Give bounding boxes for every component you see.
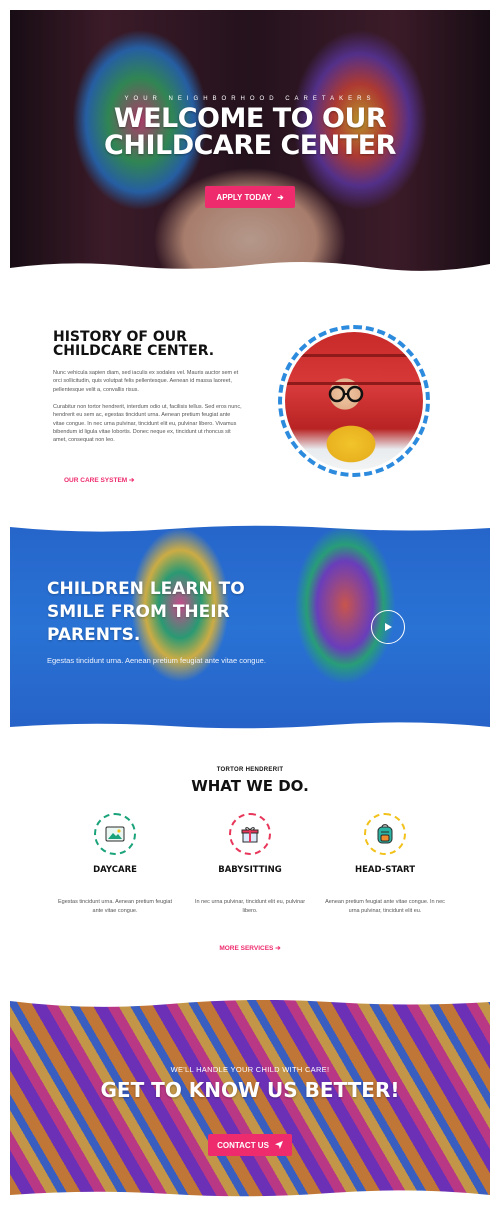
play-video-button[interactable] xyxy=(371,610,405,644)
our-care-system-link[interactable]: OUR CARE SYSTEM ➔ xyxy=(64,476,134,484)
arrow-right-icon: ➔ xyxy=(275,945,281,952)
backpack-icon xyxy=(377,824,393,844)
bookshelf-line xyxy=(285,354,423,357)
hero-kicker: YOUR NEIGHBORHOOD CARETAKERS xyxy=(124,96,376,102)
more-services-link[interactable]: MORE SERVICES ➔ xyxy=(0,944,500,952)
child-reading-photo xyxy=(285,332,423,470)
history-title-line2: CHILDCARE CENTER. xyxy=(53,343,215,359)
picture-icon xyxy=(105,826,125,842)
more-services-label: MORE SERVICES xyxy=(219,945,274,952)
cta-wave-bottom xyxy=(10,1190,490,1198)
service-name: HEAD-START xyxy=(354,865,416,875)
arrow-right-icon: ➔ xyxy=(129,477,135,484)
apply-today-button[interactable]: APPLY TODAY xyxy=(205,186,295,208)
service-icon-ring xyxy=(229,813,271,855)
service-description: In nec urna pulvinar, tincidunt elit eu,… xyxy=(194,899,306,914)
contact-us-button[interactable]: CONTACT US xyxy=(208,1134,292,1156)
hero-title-line2: CHILDCARE CENTER xyxy=(104,130,396,161)
cta-title: GET TO KNOW US BETTER! xyxy=(100,1078,400,1102)
glasses-icon xyxy=(328,385,364,403)
cta-wave-top xyxy=(10,1000,490,1007)
video-title-line3: PARENTS. xyxy=(47,625,141,645)
service-icon-ring xyxy=(364,813,406,855)
service-icon-ring xyxy=(94,813,136,855)
services-title: WHAT WE DO. xyxy=(191,777,309,795)
history-section: HISTORY OF OUR CHILDCARE CENTER. Nunc ve… xyxy=(0,300,500,500)
video-title-line1: CHILDREN LEARN TO xyxy=(47,579,245,599)
video-wave-top xyxy=(10,525,490,532)
paper-plane-icon xyxy=(274,1141,283,1149)
history-paragraph-1: Nunc vehicula sapien diam, sed iaculis e… xyxy=(53,370,239,393)
service-description: Aenean pretium feugiat ante vitae congue… xyxy=(325,899,445,914)
video-wave-bottom xyxy=(10,722,490,731)
services-kicker: TORTOR HENDRERIT xyxy=(216,767,284,773)
video-title: CHILDREN LEARN TO SMILE FROM THEIR PAREN… xyxy=(47,578,307,647)
gift-icon xyxy=(241,827,259,843)
arrow-right-icon xyxy=(277,194,284,200)
services-section: TORTOR HENDRERIT WHAT WE DO. DAYCARE Ege… xyxy=(0,755,500,965)
history-title-line1: HISTORY OF OUR xyxy=(53,329,187,345)
contact-us-label: CONTACT US xyxy=(217,1140,269,1150)
video-title-line2: SMILE FROM THEIR xyxy=(47,602,230,622)
hero-title-line1: WELCOME TO OUR xyxy=(113,103,387,134)
history-title: HISTORY OF OUR CHILDCARE CENTER. xyxy=(53,330,243,358)
apply-today-label: APPLY TODAY xyxy=(216,192,272,202)
service-description: Egestas tincidunt urna. Aenean pretium f… xyxy=(57,899,173,914)
hero-title: WELCOME TO OUR CHILDCARE CENTER xyxy=(10,105,490,159)
cta-section: WE'LL HANDLE YOUR CHILD WITH CARE! GET T… xyxy=(10,1000,490,1198)
play-icon xyxy=(385,623,392,631)
service-head-start: HEAD-START Aenean pretium feugiat ante v… xyxy=(305,813,465,916)
video-subtitle: Egestas tincidunt urna. Aenean pretium f… xyxy=(47,656,266,665)
our-care-system-label: OUR CARE SYSTEM xyxy=(64,477,128,484)
cta-kicker: WE'LL HANDLE YOUR CHILD WITH CARE! xyxy=(170,1065,330,1074)
hero-wave-divider xyxy=(10,261,490,272)
hero-section: YOUR NEIGHBORHOOD CARETAKERS WELCOME TO … xyxy=(10,10,490,272)
history-paragraph-2: Curabitur non tortor hendrerit, interdum… xyxy=(53,404,242,444)
video-section: CHILDREN LEARN TO SMILE FROM THEIR PAREN… xyxy=(10,525,490,731)
